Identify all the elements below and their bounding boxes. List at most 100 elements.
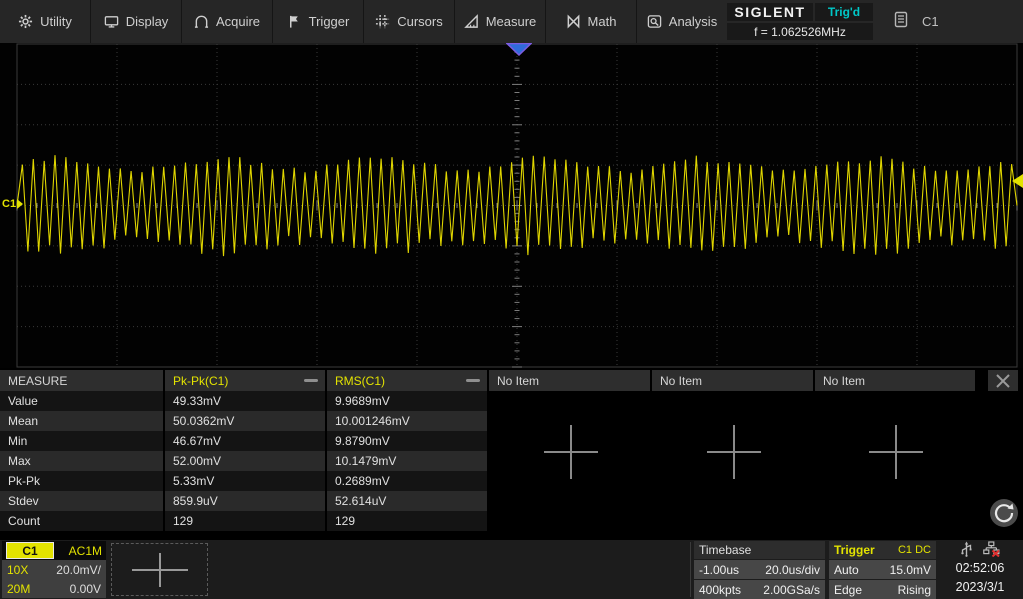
acquire-icon	[194, 14, 209, 29]
math-icon	[566, 14, 581, 29]
brand-status-block: SIGLENT Trig'd f = 1.062526MHz	[724, 0, 876, 43]
channel1-scale: 20.0mV/	[56, 563, 101, 577]
menu-acquire[interactable]: Acquire	[182, 0, 272, 43]
cell-value: 10.001246mV	[327, 411, 487, 431]
frequency-counter-box: f = 1.062526MHz	[727, 23, 873, 40]
channel1-badge[interactable]: C1	[6, 542, 54, 559]
clipboard-icon	[894, 11, 908, 33]
channel1-descriptor-box[interactable]: C1 AC1M 10X 20.0mV/ 20M 0.00V	[2, 541, 106, 598]
table-row: Stdev 859.9uV 52.614uV	[0, 491, 1023, 511]
display-icon	[104, 14, 119, 29]
cell-value: 49.33mV	[165, 391, 325, 411]
table-row: Count 129 129	[0, 511, 1023, 531]
row-label: Max	[0, 451, 163, 471]
trigger-slope: Rising	[898, 583, 931, 597]
timebase-box[interactable]: Timebase -1.00us 20.0us/div 400kpts 2.00…	[694, 541, 825, 598]
plus-icon	[703, 421, 765, 483]
gear-icon	[18, 14, 33, 29]
measure-col-rms[interactable]: RMS(C1)	[327, 370, 487, 391]
waveform-display-area: C1	[0, 43, 1023, 368]
measure-col-pkpk[interactable]: Pk-Pk(C1)	[165, 370, 325, 391]
measure-panel-title: MEASURE	[0, 370, 163, 391]
measure-col-empty-2[interactable]: No Item	[652, 370, 813, 391]
clock-time: 02:52:06	[940, 559, 1020, 578]
channel1-offset: 0.00V	[70, 582, 101, 596]
row-label: Count	[0, 511, 163, 531]
menu-measure[interactable]: Measure	[455, 0, 545, 43]
row-label: Pk-Pk	[0, 471, 163, 491]
add-measure-button[interactable]	[540, 421, 602, 486]
cell-value: 46.67mV	[165, 431, 325, 451]
add-channel-button[interactable]	[111, 543, 208, 596]
menu-trigger[interactable]: Trigger	[273, 0, 363, 43]
remove-measure-icon[interactable]	[466, 379, 480, 382]
oscilloscope-screen: Utility Display Acquire Trigger	[0, 0, 1023, 599]
trigger-title: Trigger	[834, 543, 875, 557]
channel1-bandwidth: 20M	[7, 582, 30, 596]
measure-header-row: MEASURE Pk-Pk(C1) RMS(C1) No Item No Ite…	[0, 370, 1023, 391]
cell-value: 50.0362mV	[165, 411, 325, 431]
cell-value: 859.9uV	[165, 491, 325, 511]
active-channel-indicator[interactable]: C1	[876, 0, 1023, 43]
close-icon	[995, 373, 1011, 389]
refresh-icon	[988, 497, 1020, 529]
timebase-scale: 20.0us/div	[765, 563, 820, 577]
gesture-refresh-button[interactable]	[988, 497, 1020, 529]
graticule-and-trace	[0, 43, 1023, 368]
usb-icon	[960, 541, 973, 560]
measure-icon	[464, 14, 479, 29]
measure-col-empty-3[interactable]: No Item	[815, 370, 975, 391]
add-measure-button[interactable]	[703, 421, 765, 486]
add-measure-button[interactable]	[865, 421, 927, 486]
flag-icon	[287, 14, 302, 29]
timebase-delay: -1.00us	[699, 563, 739, 577]
menu-utility[interactable]: Utility	[0, 0, 90, 43]
cell-value: 52.00mV	[165, 451, 325, 471]
siglent-logo: SIGLENT	[734, 4, 805, 20]
measure-col-empty-1[interactable]: No Item	[489, 370, 650, 391]
bottom-status-bar: C1 AC1M 10X 20.0mV/ 20M 0.00V Timebase -…	[0, 540, 1023, 599]
top-menu-bar: Utility Display Acquire Trigger	[0, 0, 1023, 43]
trigger-type: Edge	[834, 583, 862, 597]
trigger-level-marker[interactable]	[1012, 174, 1023, 188]
cell-value: 129	[327, 511, 487, 531]
cell-value: 10.1479mV	[327, 451, 487, 471]
channel1-level-marker[interactable]: C1	[2, 198, 23, 210]
menu-analysis-label: Analysis	[669, 14, 717, 29]
menu-display[interactable]: Display	[91, 0, 181, 43]
cell-value: 52.614uV	[327, 491, 487, 511]
row-label: Min	[0, 431, 163, 451]
status-block: 02:52:06 2023/3/1	[940, 541, 1020, 598]
cell-value: 0.2689mV	[327, 471, 487, 491]
row-label: Value	[0, 391, 163, 411]
frequency-counter: f = 1.062526MHz	[754, 25, 846, 39]
close-measure-button[interactable]	[988, 370, 1018, 391]
menu-measure-label: Measure	[486, 14, 537, 29]
table-row: Value 49.33mV 9.9689mV	[0, 391, 1023, 411]
channel1-probe: 10X	[7, 563, 28, 577]
row-label: Mean	[0, 411, 163, 431]
menu-trigger-label: Trigger	[309, 14, 350, 29]
divider	[690, 542, 691, 597]
timebase-sample-rate: 2.00GSa/s	[763, 583, 820, 597]
siglent-logo-box: SIGLENT	[727, 3, 813, 21]
cell-value: 9.9689mV	[327, 391, 487, 411]
trigger-status-box: Trig'd	[815, 3, 873, 21]
trigger-position-marker[interactable]	[506, 43, 532, 61]
plus-icon	[865, 421, 927, 483]
trigger-mode: Auto	[834, 563, 859, 577]
menu-math[interactable]: Math	[546, 0, 636, 43]
menu-cursors-label: Cursors	[397, 14, 443, 29]
trigger-box[interactable]: Trigger C1 DC Auto 15.0mV Edge Rising	[829, 541, 936, 598]
cell-value: 5.33mV	[165, 471, 325, 491]
trigger-status: Trig'd	[828, 5, 860, 19]
menu-cursors[interactable]: Cursors	[364, 0, 454, 43]
row-label: Stdev	[0, 491, 163, 511]
remove-measure-icon[interactable]	[304, 379, 318, 382]
clock-date: 2023/3/1	[940, 578, 1020, 597]
channel1-arrow-icon	[17, 199, 23, 209]
menu-utility-label: Utility	[40, 14, 72, 29]
cell-value: 129	[165, 511, 325, 531]
menu-analysis[interactable]: Analysis	[637, 0, 727, 43]
menu-math-label: Math	[588, 14, 617, 29]
